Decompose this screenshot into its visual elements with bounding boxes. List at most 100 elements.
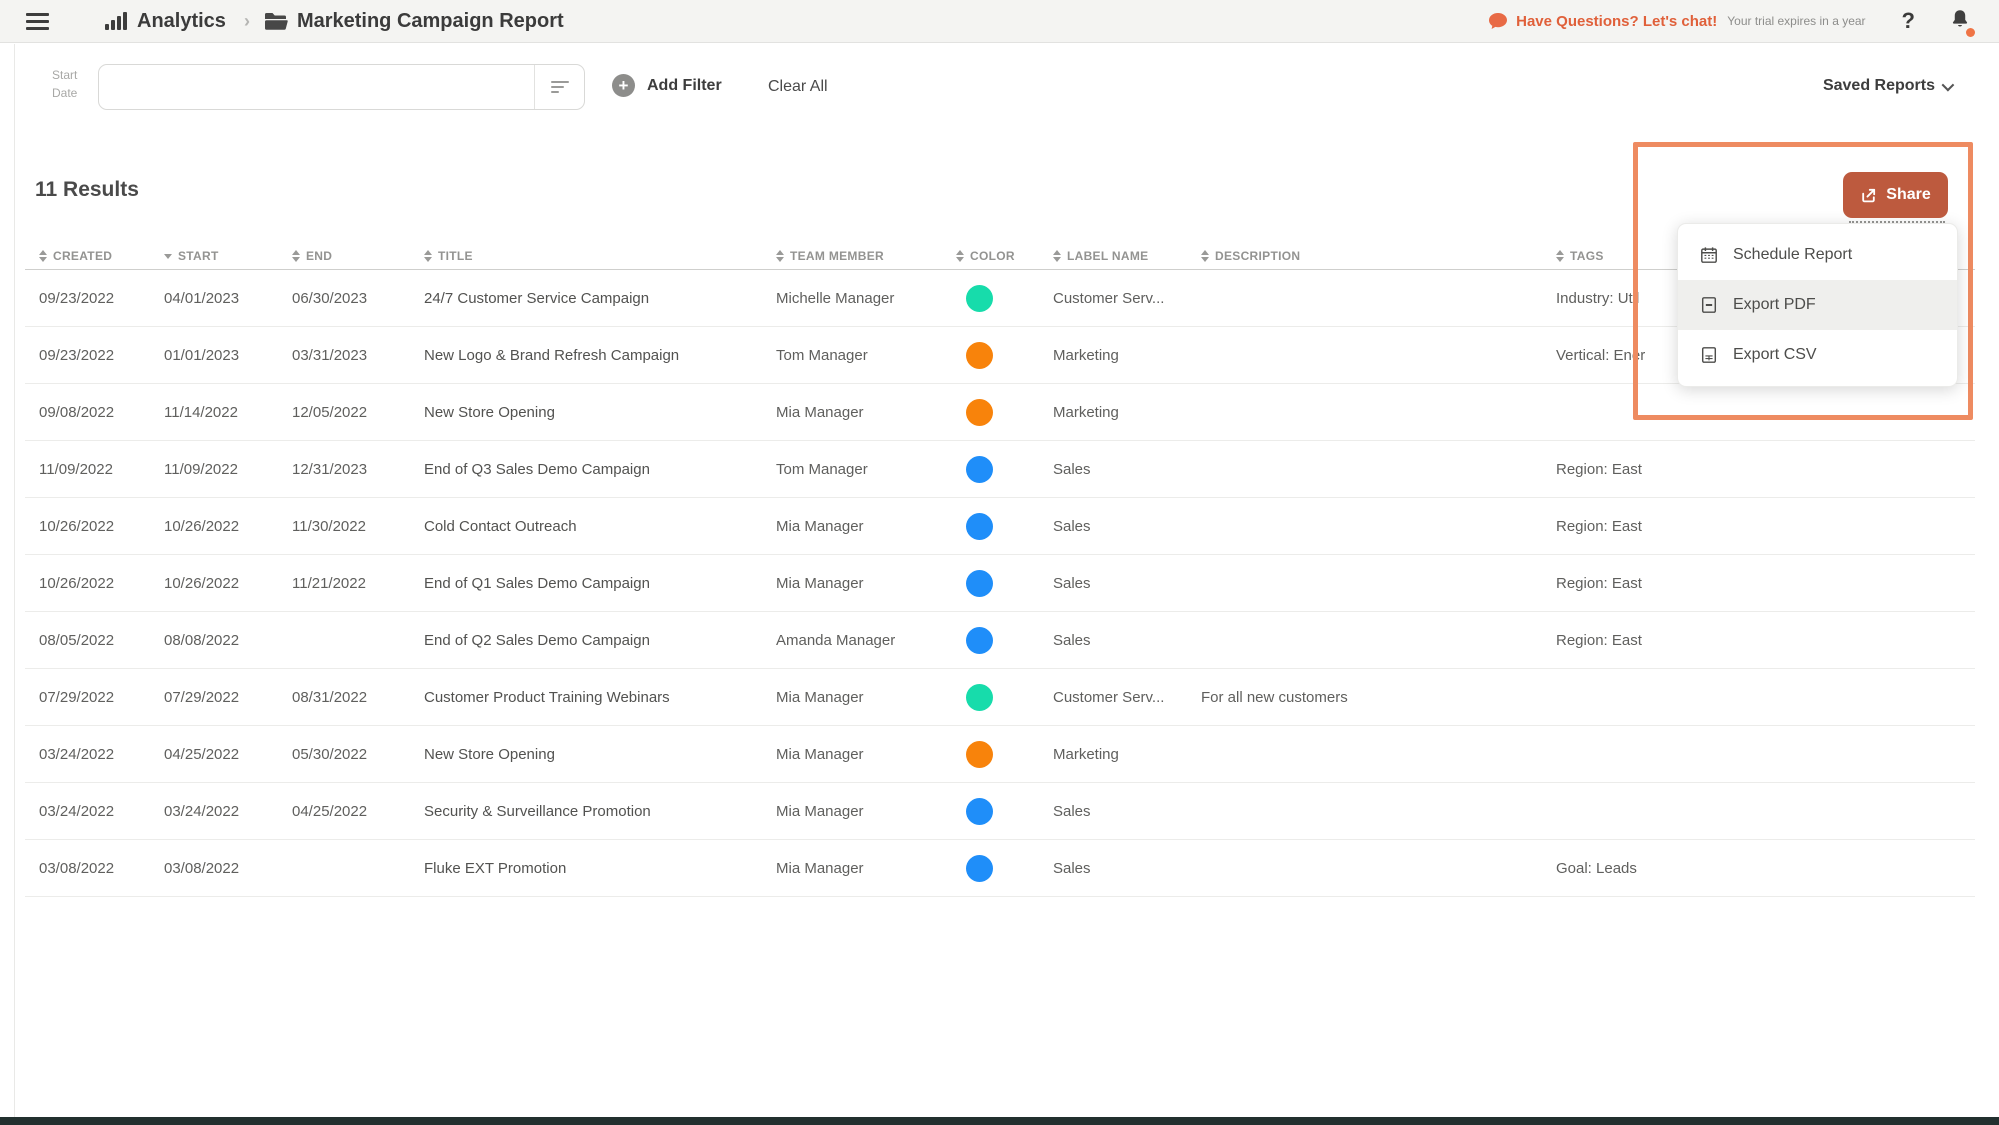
cell-label-name: Marketing xyxy=(1053,346,1119,364)
cell-label-name: Customer Serv... xyxy=(1053,289,1165,307)
cell-team-member: Mia Manager xyxy=(776,403,864,421)
bottom-window-bar xyxy=(0,1117,1999,1125)
color-dot xyxy=(966,284,993,312)
table-row[interactable]: 09/08/2022 11/14/2022 12/05/2022 New Store … xyxy=(25,384,1975,441)
color-dot xyxy=(966,341,993,369)
notifications-bell-icon[interactable] xyxy=(1949,8,1975,37)
cell-created: 03/24/2022 xyxy=(39,745,115,763)
cell-start: 03/24/2022 xyxy=(164,802,240,820)
cell-color xyxy=(942,797,1039,825)
chat-bubble-icon xyxy=(1489,13,1508,29)
folder-icon xyxy=(264,12,288,30)
cell-start: 07/29/2022 xyxy=(164,688,240,706)
analytics-icon xyxy=(105,12,129,30)
sort-both-icon xyxy=(1201,250,1209,262)
cell-team-member: Tom Manager xyxy=(776,346,868,364)
cell-label-name: Sales xyxy=(1053,802,1091,820)
chat-link[interactable]: Have Questions? Let's chat! xyxy=(1516,13,1717,30)
breadcrumb-app[interactable]: Analytics xyxy=(137,10,226,33)
cell-end: 06/30/2023 xyxy=(292,289,368,307)
cell-end: 11/30/2022 xyxy=(292,517,366,535)
cell-color xyxy=(942,626,1039,654)
cell-end: 12/31/2023 xyxy=(292,460,368,478)
cell-label-name: Sales xyxy=(1053,631,1091,649)
chevron-down-icon xyxy=(1941,78,1955,91)
menu-icon[interactable] xyxy=(26,12,49,30)
cell-start: 03/08/2022 xyxy=(164,859,240,877)
color-dot xyxy=(966,398,993,426)
cell-title: Cold Contact Outreach xyxy=(424,517,577,535)
cell-label-name: Sales xyxy=(1053,460,1091,478)
cell-title: Security & Surveillance Promotion xyxy=(424,802,651,820)
column-header-description[interactable]: DESCRIPTION xyxy=(1187,249,1542,263)
column-header-label-name[interactable]: LABEL NAME xyxy=(1039,249,1187,263)
menu-item-schedule-report[interactable]: Schedule Report xyxy=(1678,230,1957,280)
color-dot xyxy=(966,854,993,882)
color-dot xyxy=(966,569,993,597)
table-row[interactable]: 10/26/2022 10/26/2022 11/30/2022 Cold Conta… xyxy=(25,498,1975,555)
top-bar: Analytics › Marketing Campaign Report Ha… xyxy=(0,0,1999,43)
cell-start: 04/25/2022 xyxy=(164,745,240,763)
table-row[interactable]: 11/09/2022 11/09/2022 12/31/2023 End of Q3 … xyxy=(25,441,1975,498)
start-date-input[interactable] xyxy=(99,65,534,109)
export-csv-icon xyxy=(1700,346,1718,364)
column-header-start[interactable]: START xyxy=(150,249,278,263)
cell-created: 03/24/2022 xyxy=(39,802,115,820)
table-row[interactable]: 08/05/2022 08/08/2022 End of Q2 Sales Demo… xyxy=(25,612,1975,669)
notification-badge xyxy=(1966,27,1975,37)
saved-reports-dropdown[interactable]: Saved Reports xyxy=(1823,77,1955,95)
help-icon[interactable]: ? xyxy=(1902,8,1915,34)
cell-color xyxy=(942,398,1039,426)
cell-created: 10/26/2022 xyxy=(39,574,115,592)
cell-tags: Goal: Leads xyxy=(1556,859,1637,877)
trial-expiry-note: Your trial expires in a year xyxy=(1727,14,1866,28)
table-row[interactable]: 03/24/2022 03/24/2022 04/25/2022 Security &… xyxy=(25,783,1975,840)
column-header-color[interactable]: COLOR xyxy=(942,249,1039,263)
color-dot xyxy=(966,683,993,711)
sort-both-icon xyxy=(776,250,784,262)
cell-created: 03/08/2022 xyxy=(39,859,115,877)
clear-all-button[interactable]: Clear All xyxy=(768,78,828,96)
sort-both-icon xyxy=(956,250,964,262)
table-row[interactable]: 03/24/2022 04/25/2022 05/30/2022 New Store … xyxy=(25,726,1975,783)
menu-item-export-csv[interactable]: Export CSV xyxy=(1678,330,1957,380)
cell-start: 10/26/2022 xyxy=(164,517,240,535)
cell-label-name: Sales xyxy=(1053,859,1091,877)
column-header-team-member[interactable]: TEAM MEMBER xyxy=(762,249,942,263)
share-dropdown-menu: Schedule Report Export PDF Export CSV xyxy=(1677,223,1958,387)
cell-label-name: Sales xyxy=(1053,517,1091,535)
cell-title: New Store Opening xyxy=(424,403,555,421)
cell-color xyxy=(942,455,1039,483)
cell-title: End of Q1 Sales Demo Campaign xyxy=(424,574,650,592)
cell-title: End of Q2 Sales Demo Campaign xyxy=(424,631,650,649)
column-header-end[interactable]: END xyxy=(278,249,410,263)
color-dot xyxy=(966,740,993,768)
filter-icon xyxy=(550,81,569,93)
cell-title: End of Q3 Sales Demo Campaign xyxy=(424,460,650,478)
cell-created: 09/23/2022 xyxy=(39,289,115,307)
cell-tags: Region: East xyxy=(1556,517,1642,535)
column-header-title[interactable]: TITLE xyxy=(410,249,762,263)
table-row[interactable]: 07/29/2022 07/29/2022 08/31/2022 Customer P… xyxy=(25,669,1975,726)
sort-both-icon xyxy=(1053,250,1061,262)
cell-created: 08/05/2022 xyxy=(39,631,115,649)
table-row[interactable]: 10/26/2022 10/26/2022 11/21/2022 End of Q1 … xyxy=(25,555,1975,612)
cell-label-name: Sales xyxy=(1053,574,1091,592)
plus-circle-icon: + xyxy=(612,74,635,97)
add-filter-button[interactable]: + Add Filter xyxy=(612,74,722,97)
menu-item-export-pdf[interactable]: Export PDF xyxy=(1678,280,1957,330)
left-border-line xyxy=(14,44,15,1117)
cell-team-member: Amanda Manager xyxy=(776,631,896,649)
table-row[interactable]: 03/08/2022 03/08/2022 Fluke EXT Promotion M… xyxy=(25,840,1975,897)
start-date-label: Start Date xyxy=(52,68,78,100)
cell-tags: Region: East xyxy=(1556,574,1642,592)
sort-desc-icon xyxy=(164,253,172,259)
cell-end: 12/05/2022 xyxy=(292,403,368,421)
column-header-created[interactable]: CREATED xyxy=(25,249,150,263)
color-dot xyxy=(966,455,993,483)
share-button[interactable]: Share xyxy=(1843,172,1948,218)
cell-label-name: Marketing xyxy=(1053,745,1119,763)
cell-start: 11/14/2022 xyxy=(164,403,238,421)
filter-options-button[interactable] xyxy=(534,65,584,109)
cell-team-member: Mia Manager xyxy=(776,574,864,592)
